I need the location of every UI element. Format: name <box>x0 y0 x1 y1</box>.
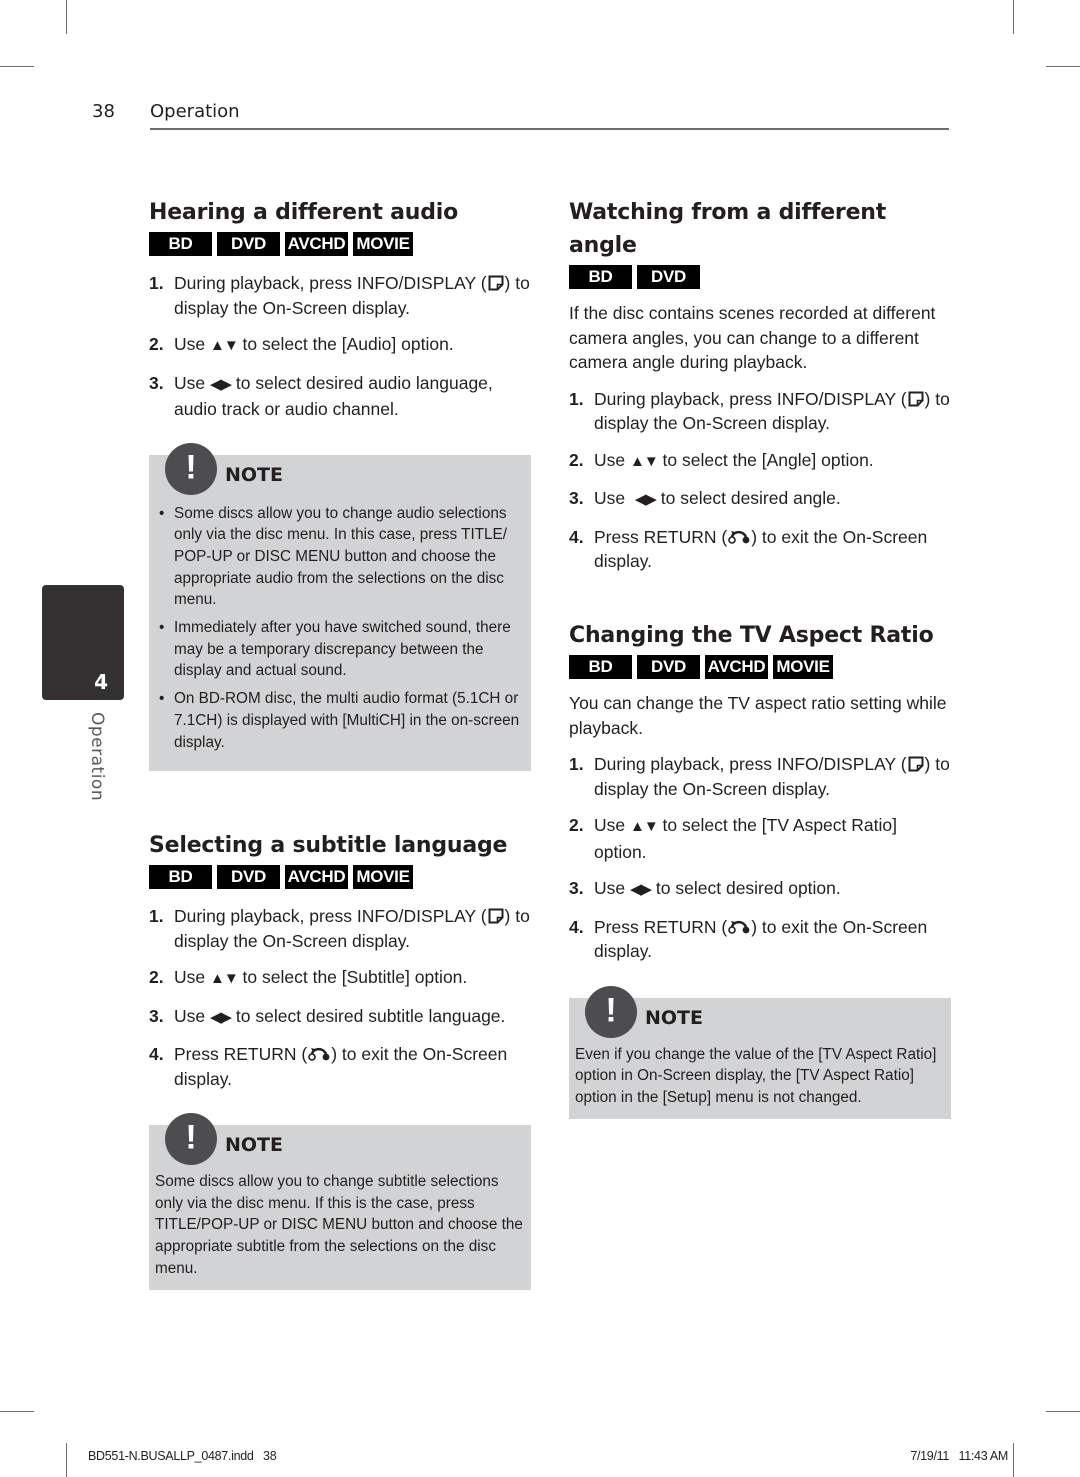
crop-mark <box>0 1411 34 1412</box>
badge-movie: MOVIE <box>353 865 413 889</box>
section-audio: Hearing a different audio BD DVD AVCHD M… <box>149 196 531 772</box>
note-box: ! NOTE • Some discs allow you to change a… <box>149 442 531 772</box>
note-item: • On BD-ROM disc, the multi audio format … <box>159 690 520 751</box>
step: 3. Use ◀▶ to select desired option. <box>569 878 841 898</box>
note-box: ! NOTE Some discs allow you to change su… <box>149 1113 531 1290</box>
section-angle: Watching from a different angle BD DVD I… <box>569 196 951 586</box>
note-item: • Immediately after you have switched sou… <box>159 619 511 680</box>
return-icon <box>728 530 750 544</box>
chapter-number: 4 <box>94 670 108 694</box>
step: 1. During playback, press INFO/DISPLAY (… <box>149 273 530 318</box>
up-down-arrows-icon: ▲▼ <box>209 970 239 987</box>
intro-text: You can change the TV aspect ratio setti… <box>569 693 947 738</box>
crop-mark <box>66 0 67 34</box>
badge-dvd: DVD <box>637 265 700 289</box>
badge-bd: BD <box>149 865 212 889</box>
step: 2. Use ▲▼ to select the [Audio] option. <box>149 334 454 354</box>
section-aspect-ratio: Changing the TV Aspect Ratio BD DVD AVCH… <box>569 619 951 1119</box>
crop-mark <box>1046 1411 1080 1412</box>
footer-timestamp: 7/19/11 11:43 AM <box>910 1449 1008 1463</box>
section-subtitle: Selecting a subtitle language BD DVD AVC… <box>149 829 531 1290</box>
step: 4. Press RETURN () to exit the On-Screen… <box>569 526 928 572</box>
up-down-arrows-icon: ▲▼ <box>629 452 659 470</box>
note-list: • Some discs allow you to change audio se… <box>155 503 525 754</box>
step: 1. During playback, press INFO/DISPLAY (… <box>569 388 950 434</box>
steps-list: 1. During playback, press INFO/DISPLAY (… <box>149 271 531 422</box>
note-title: NOTE <box>225 463 283 486</box>
disc-badges: BD DVD AVCHD MOVIE <box>149 232 531 256</box>
note-title: NOTE <box>645 1006 703 1029</box>
step: 2. Use ▲▼ to select the [Angle] option. <box>569 449 874 470</box>
badge-avchd: AVCHD <box>285 865 348 889</box>
step: 4. Press RETURN () to exit the On-Screen… <box>569 916 928 962</box>
step: 1. During playback, press INFO/DISPLAY (… <box>149 906 530 951</box>
info-display-icon <box>908 391 924 406</box>
steps-list: 1. During playback, press INFO/DISPLAY (… <box>569 752 951 964</box>
disc-badges: BD DVD AVCHD MOVIE <box>149 865 531 889</box>
note-icon: ! <box>165 1113 217 1165</box>
step: 3. Use ◀▶ to select desired audio langua… <box>149 372 493 420</box>
step: 2. Use ▲▼ to select the [Subtitle] optio… <box>149 967 468 987</box>
info-display-icon <box>488 275 504 291</box>
chapter-tab: 4 <box>42 585 124 700</box>
badge-movie: MOVIE <box>353 232 413 256</box>
note-icon: ! <box>585 985 637 1038</box>
section-name: Operation <box>150 101 240 122</box>
info-display-icon <box>488 908 504 924</box>
section-title: Selecting a subtitle language <box>149 833 508 858</box>
badge-bd: BD <box>149 232 212 256</box>
info-display-icon <box>908 756 924 772</box>
note-icon: ! <box>165 442 217 495</box>
steps-list: 1. During playback, press INFO/DISPLAY (… <box>569 387 951 574</box>
crop-mark <box>1013 1443 1014 1477</box>
note-box: ! NOTE Even if you change the value of t… <box>569 985 951 1119</box>
crop-mark <box>66 1443 67 1477</box>
left-right-arrows-icon: ◀▶ <box>634 491 657 508</box>
running-head: 38 Operation <box>92 101 240 122</box>
badge-dvd: DVD <box>217 232 280 256</box>
section-title: Hearing a different audio <box>149 200 459 225</box>
badge-avchd: AVCHD <box>705 655 768 679</box>
badge-dvd: DVD <box>637 655 700 679</box>
footer-file-slug: BD551-N.BUSALLP_0487.indd 38 <box>88 1449 277 1463</box>
return-icon <box>308 1047 330 1061</box>
section-title: Changing the TV Aspect Ratio <box>569 623 934 648</box>
badge-bd: BD <box>569 655 632 679</box>
up-down-arrows-icon: ▲▼ <box>629 818 659 835</box>
left-right-arrows-icon: ◀▶ <box>209 375 232 393</box>
left-right-arrows-icon: ◀▶ <box>629 881 652 898</box>
step: 3. Use ◀▶ to select desired angle. <box>569 488 841 508</box>
left-right-arrows-icon: ◀▶ <box>209 1008 232 1026</box>
header-rule <box>150 128 949 130</box>
badge-movie: MOVIE <box>773 655 833 679</box>
section-title: Watching from a different angle <box>569 200 887 258</box>
crop-mark <box>1013 0 1014 34</box>
crop-mark <box>1046 66 1080 67</box>
badge-bd: BD <box>569 265 632 289</box>
note-text: Some discs allow you to change subtitle … <box>155 1173 523 1277</box>
page-number: 38 <box>92 101 115 122</box>
chapter-label: Operation <box>87 712 107 802</box>
step: 3. Use ◀▶ to select desired subtitle lan… <box>149 1005 506 1026</box>
disc-badges: BD DVD AVCHD MOVIE <box>569 655 951 679</box>
step: 2. Use ▲▼ to select the [TV Aspect Ratio… <box>569 815 897 862</box>
intro-text: If the disc contains scenes recorded at … <box>569 303 936 372</box>
disc-badges: BD DVD <box>569 265 951 289</box>
up-down-arrows-icon: ▲▼ <box>209 337 239 354</box>
steps-list: 1. During playback, press INFO/DISPLAY (… <box>149 904 531 1091</box>
note-item: • Some discs allow you to change audio se… <box>159 504 507 609</box>
step: 4. Press RETURN () to exit the On-Screen… <box>149 1044 508 1089</box>
note-title: NOTE <box>225 1134 283 1156</box>
badge-dvd: DVD <box>217 865 280 889</box>
return-icon <box>728 920 750 934</box>
note-text: Even if you change the value of the [TV … <box>575 1045 937 1106</box>
crop-mark <box>0 66 34 67</box>
step: 1. During playback, press INFO/DISPLAY (… <box>569 754 950 799</box>
badge-avchd: AVCHD <box>285 232 348 256</box>
